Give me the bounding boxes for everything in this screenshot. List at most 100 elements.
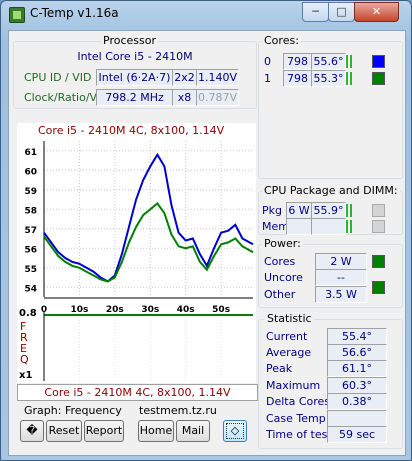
power-other-label: Other (264, 288, 296, 301)
processor-group-title: Processor (101, 34, 158, 47)
stat-average-label: Average (266, 346, 312, 359)
mem-power (286, 218, 312, 235)
stat-delta-cores-label: Delta Cores (266, 395, 331, 408)
site-link[interactable]: testmem.tz.ru (139, 404, 217, 417)
mem-color-swatch[interactable] (372, 220, 385, 233)
voltage-field: 0.787V (196, 89, 239, 106)
x-tick-label: 40s (177, 305, 195, 315)
power-cores-value: 2 W (315, 253, 367, 270)
core-0-load-bar (346, 55, 348, 68)
freq-top-value: 0.8 (19, 308, 37, 319)
report-button[interactable]: Report (84, 420, 124, 442)
temperature-graph: 54 55 56 57 58 59 60 61 0 10s 20s 30s 40s 50s Core i5… (17, 123, 256, 383)
graph-mode-label: Graph: Frequency (24, 404, 122, 417)
pkg-color-swatch[interactable] (372, 204, 385, 217)
cores-group-title: Cores: (262, 34, 301, 47)
vid-field: 1.140V (196, 69, 239, 86)
pkg-load-bar (350, 204, 352, 217)
power-other-color-swatch[interactable] (372, 281, 385, 294)
pkg-power: 6 W (286, 202, 312, 219)
stat-average-value: 56.6° (327, 344, 387, 361)
pkg-temperature: 55.9° (311, 202, 346, 219)
power-group-title: Power: (262, 237, 303, 250)
freq-label: FREQ (20, 320, 29, 366)
y-tick-label: 56 (24, 245, 37, 255)
minimize-button[interactable]: ─ (302, 2, 329, 22)
y-tick-label: 61 (24, 148, 37, 158)
core-1-load-bar (350, 72, 352, 85)
core-1-temperature: 55.3° (311, 70, 346, 87)
graph-header: Core i5 - 2410M 4C, 8x100, 1.14V (38, 124, 225, 137)
x-tick-label: 10s (70, 305, 88, 315)
mem-load-bar (350, 220, 352, 233)
processor-name: Intel Core i5 - 2410M (77, 50, 193, 63)
cores-threads-field: 2x2 (172, 69, 197, 86)
title-bar[interactable]: C-Temp v1.16a ─ □ ✕ (1, 1, 411, 27)
stat-maximum-label: Maximum (266, 379, 321, 392)
stat-delta-cores-value: 0.38° (327, 393, 387, 410)
mem-label: Mem (262, 220, 289, 233)
core-1-color-swatch[interactable] (372, 72, 385, 85)
y-tick-label: 58 (24, 206, 37, 216)
stat-peak-label: Peak (266, 362, 293, 375)
pkg-load-bar (346, 204, 348, 217)
stat-time-of-test-label: Time of test (266, 428, 332, 441)
core-1-frequency: 798 (283, 70, 312, 87)
processor-group: Processor Intel Core i5 - 2410M CPU ID /… (13, 34, 257, 109)
power-uncore-label: Uncore (264, 271, 303, 284)
power-cores-color-swatch[interactable] (372, 255, 385, 268)
statistic-group: Statistic Current 55.4° Average 56.6° Pe… (258, 312, 403, 449)
graph-footer: Core i5 - 2410M 4C, 8x100, 1.14V (17, 384, 258, 401)
core-0-index: 0 (264, 55, 271, 68)
stat-current-label: Current (266, 330, 308, 343)
core-0-color-swatch[interactable] (372, 55, 385, 68)
stat-case-temp-value (327, 410, 387, 427)
window-title: C-Temp v1.16a (30, 6, 119, 20)
close-button[interactable]: ✕ (354, 2, 399, 22)
plot-area (44, 141, 253, 297)
app-icon (9, 7, 25, 23)
power-other-value: 3.5 W (315, 286, 367, 303)
cores-group: Cores: 0 798 55.6° 1 798 55.3° (258, 34, 403, 179)
freq-bottom-value: x1 (19, 370, 33, 381)
client-area: Processor Intel Core i5 - 2410M CPU ID /… (8, 30, 406, 456)
x-tick-label: 50s (212, 305, 230, 315)
icon-button[interactable]: � (20, 420, 44, 442)
temperature-chart: 54555657585960610 10s 20s 30s 40s 50s (24, 141, 254, 381)
stat-case-temp-label: Case Temp (266, 412, 326, 425)
x-tick-label: 30s (141, 305, 159, 315)
app-window: C-Temp v1.16a ─ □ ✕ Processor Intel Core… (0, 0, 412, 461)
y-tick-label: 57 (24, 226, 37, 236)
maximize-button[interactable]: □ (328, 2, 355, 22)
clock-ratio-label: Clock/Ratio/V (24, 91, 98, 104)
core-0-frequency: 798 (283, 53, 312, 70)
stat-maximum-value: 60.3° (327, 377, 387, 394)
y-tick-label: 59 (24, 187, 37, 197)
home-button[interactable]: Home (138, 420, 174, 442)
cpu-id-field: Intel (6·2A·7) (96, 69, 173, 86)
mem-temperature (311, 218, 346, 235)
power-uncore-value: -- (315, 269, 367, 286)
cpu-id-label: CPU ID (24, 71, 62, 84)
ratio-field: x8 (172, 89, 197, 106)
power-cores-label: Cores (264, 255, 296, 268)
power-group: Power: Cores 2 W Uncore -- Other 3.5 W (258, 237, 403, 308)
core-1-index: 1 (264, 72, 271, 85)
stat-current-value: 55.4° (327, 328, 387, 345)
y-tick-label: 54 (24, 284, 37, 294)
pkg-label: Pkg (262, 204, 282, 217)
package-group-title: CPU Package and DIMM: (262, 184, 400, 197)
stat-time-of-test-value: 59 sec (327, 426, 387, 443)
stat-peak-value: 61.1° (327, 360, 387, 377)
mem-load-bar (346, 220, 348, 233)
y-tick-label: 60 (24, 167, 37, 177)
statistic-group-title: Statistic (265, 312, 314, 325)
mail-button[interactable]: Mail (176, 420, 210, 442)
vid-label: / VID (65, 71, 92, 84)
reset-button[interactable]: Reset (46, 420, 82, 442)
y-tick-label: 55 (24, 265, 37, 275)
settings-button[interactable]: ◇ (223, 420, 247, 442)
clock-field: 798.2 MHz (96, 89, 173, 106)
package-group: CPU Package and DIMM: Pkg 6 W 55.9° Mem (258, 184, 403, 235)
core-1-load-bar (346, 72, 348, 85)
